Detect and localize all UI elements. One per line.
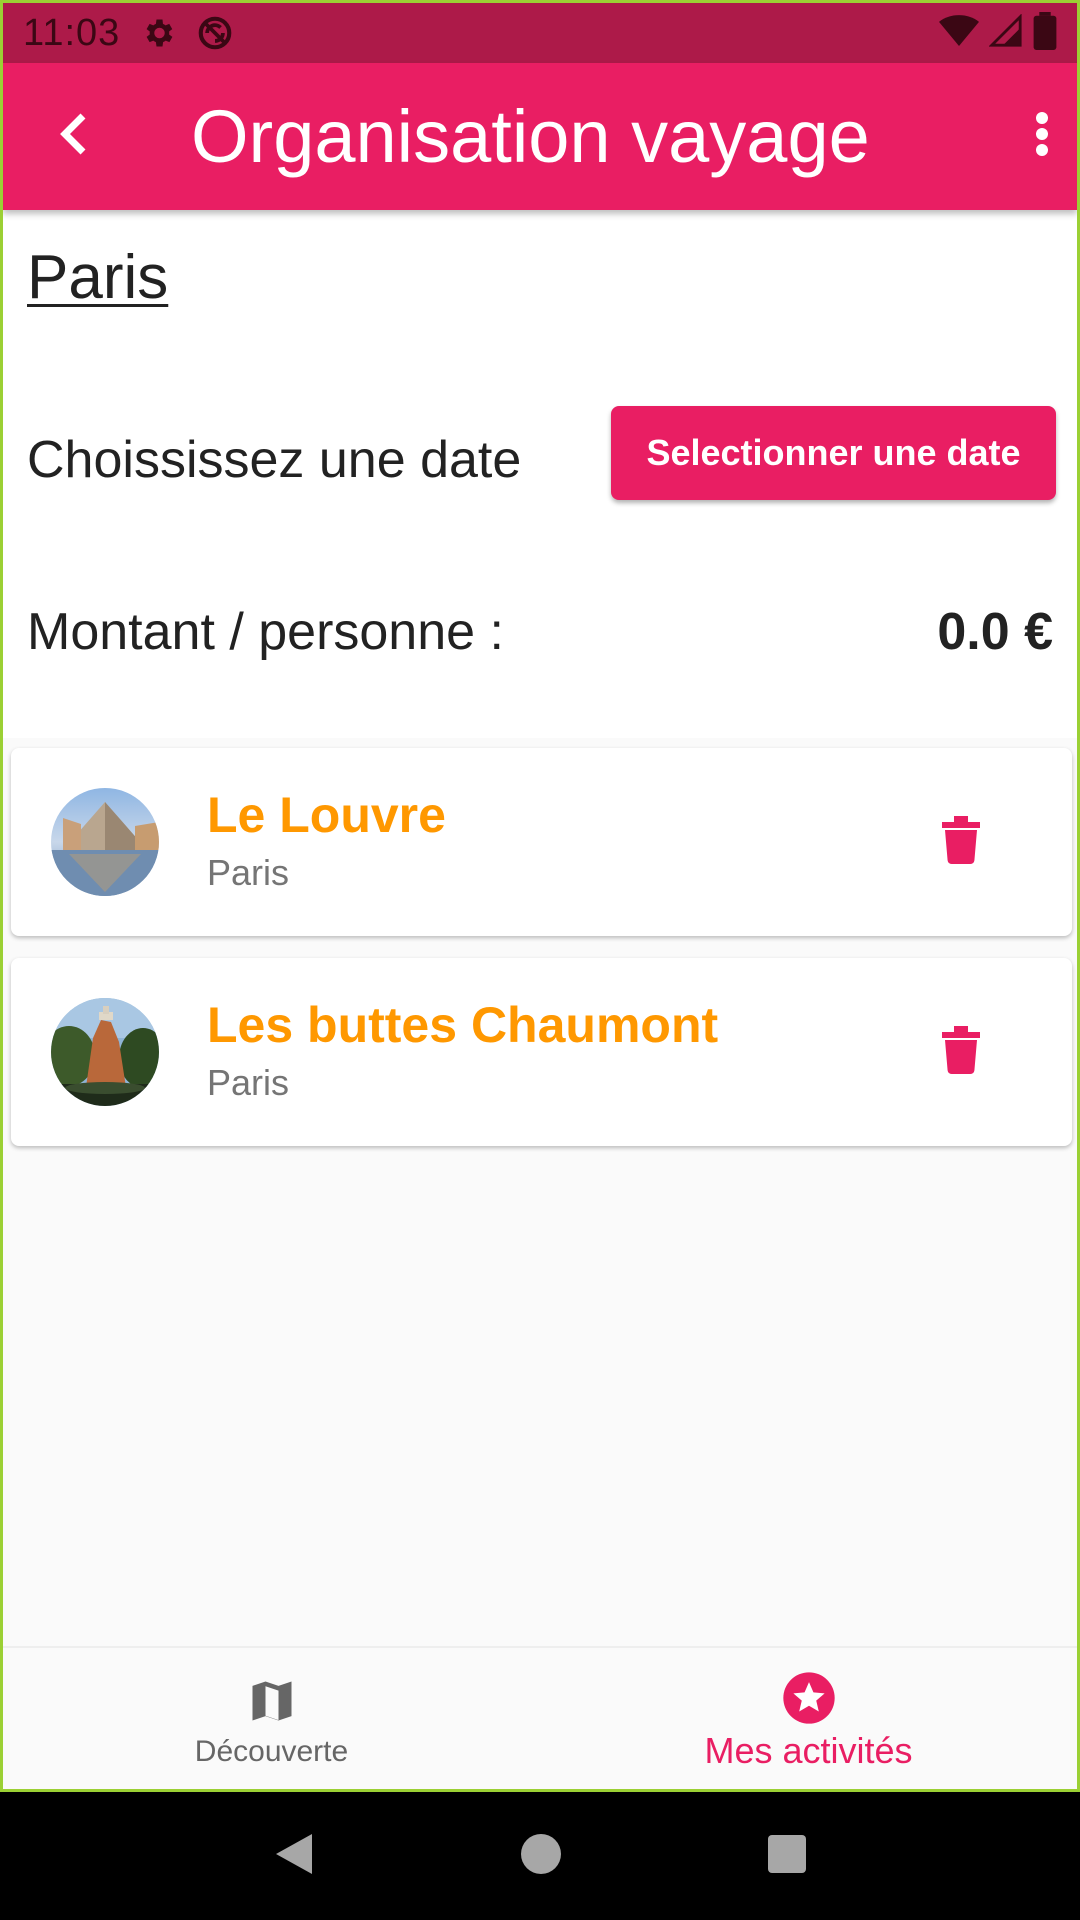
more-vert-icon (1032, 110, 1052, 163)
back-button[interactable] (3, 63, 143, 210)
date-label: Choississez une date (27, 431, 522, 489)
activity-image (51, 998, 159, 1106)
star-circle-icon (781, 1668, 837, 1728)
select-date-button[interactable]: Selectionner une date (611, 406, 1056, 500)
app-screen: 11:03 Organisation vayage Paris Choissis… (0, 0, 1080, 1792)
activity-card[interactable]: Le Louvre Paris (11, 748, 1072, 936)
overflow-menu-button[interactable] (1007, 63, 1077, 210)
map-icon (246, 1671, 298, 1731)
trash-icon (942, 1025, 980, 1079)
system-recents-button[interactable] (766, 1833, 808, 1880)
amount-value: 0.0 € (937, 603, 1053, 661)
status-time: 11:03 (23, 11, 121, 54)
signal-icon (988, 12, 1023, 53)
system-back-button[interactable] (272, 1830, 316, 1883)
delete-activity-button[interactable] (931, 812, 991, 872)
nav-item-discover[interactable]: Découverte (3, 1648, 540, 1789)
bottom-navigation: Découverte Mes activités (3, 1646, 1077, 1789)
system-home-button[interactable] (519, 1832, 563, 1881)
activity-card[interactable]: Les buttes Chaumont Paris (11, 958, 1072, 1146)
system-navigation-bar (0, 1792, 1080, 1920)
status-bar: 11:03 (3, 3, 1077, 63)
nav-item-my-activities[interactable]: Mes activités (540, 1648, 1077, 1789)
delete-activity-button[interactable] (931, 1022, 991, 1082)
battery-icon (1033, 11, 1057, 55)
city-title: Paris (27, 243, 169, 312)
trip-summary: Paris Choississez une date Selectionner … (3, 210, 1077, 738)
page-title: Organisation vayage (191, 95, 870, 178)
amount-label: Montant / personne : (27, 603, 504, 661)
chevron-left-icon (53, 110, 93, 163)
trash-icon (942, 815, 980, 869)
activity-title: Les buttes Chaumont (207, 997, 719, 1053)
app-bar: Organisation vayage (3, 63, 1077, 210)
nav-label: Mes activités (704, 1730, 913, 1771)
activity-subtitle: Paris (207, 1062, 290, 1103)
activity-subtitle: Paris (207, 852, 290, 893)
wifi-icon (939, 13, 979, 54)
activity-image (51, 788, 159, 896)
nav-label: Découverte (194, 1735, 349, 1768)
gear-icon (140, 15, 176, 51)
no-sync-icon (196, 14, 234, 52)
activity-title: Le Louvre (207, 787, 446, 843)
